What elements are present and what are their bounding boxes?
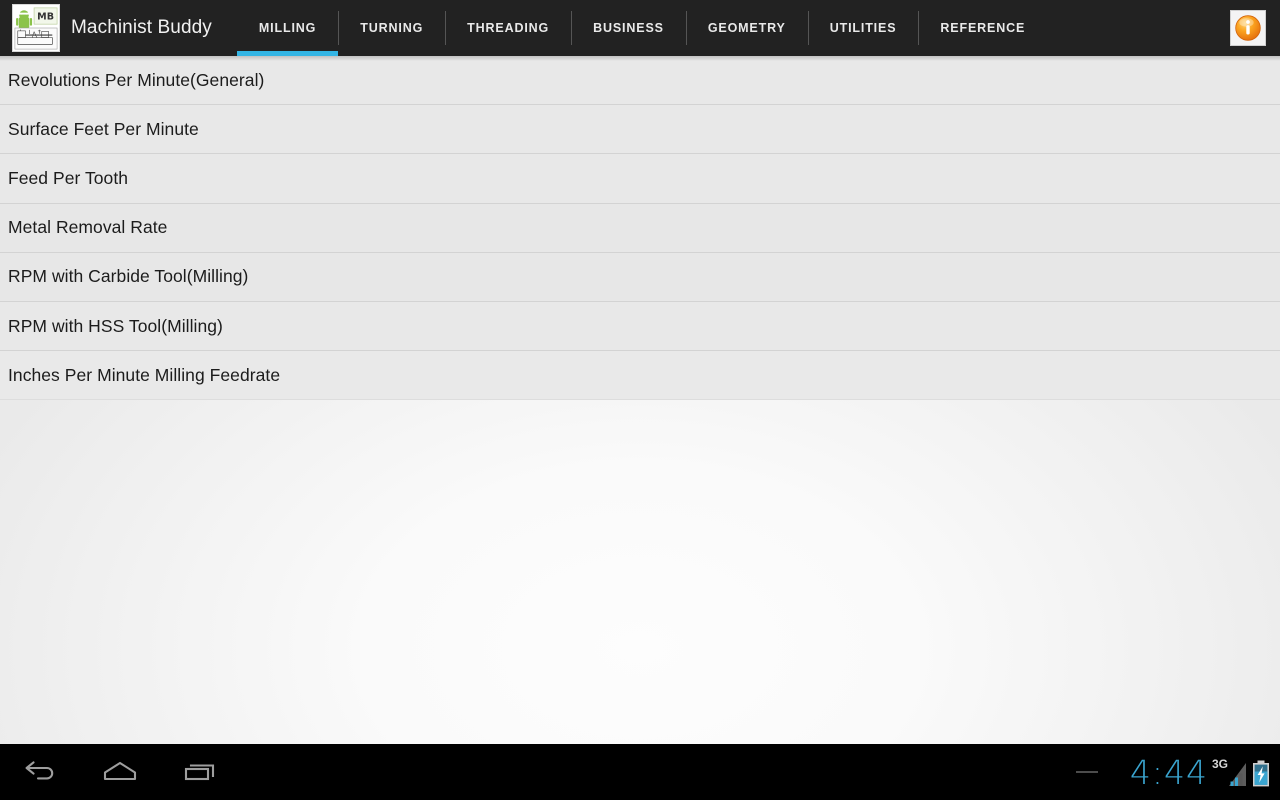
- tab-active-indicator: [808, 51, 919, 56]
- tab-label: BUSINESS: [593, 21, 664, 35]
- status-clock[interactable]: 4:44: [1130, 756, 1208, 789]
- list-item-label: Feed Per Tooth: [8, 167, 129, 188]
- list-item[interactable]: Feed Per Tooth: [0, 154, 1280, 204]
- action-bar: MB Machinist Buddy MILLING TURNING THREA…: [0, 0, 1280, 56]
- tab-active-indicator: [918, 51, 1047, 56]
- info-button[interactable]: [1230, 10, 1266, 46]
- tab-active-indicator: [445, 51, 571, 56]
- tab-label: TURNING: [360, 21, 424, 35]
- network-type-label: 3G: [1211, 757, 1228, 771]
- list-item-label: Inches Per Minute Milling Feedrate: [8, 364, 281, 385]
- list-item[interactable]: Inches Per Minute Milling Feedrate: [0, 351, 1280, 401]
- list-item-label: Metal Removal Rate: [8, 217, 168, 238]
- tab-utilities[interactable]: UTILITIES: [807, 0, 919, 56]
- home-icon: [103, 761, 137, 781]
- tab-active-indicator: [338, 51, 445, 56]
- tab-threading[interactable]: THREADING: [445, 0, 571, 56]
- tab-label: UTILITIES: [829, 21, 897, 35]
- tab-label: GEOMETRY: [707, 21, 786, 35]
- battery-charging-icon[interactable]: [1252, 760, 1270, 787]
- app-root: MB Machinist Buddy MILLING TURNING THREA…: [0, 0, 1280, 800]
- tab-bar: MILLING TURNING THREADING BUSINESS GEOME…: [236, 0, 1224, 56]
- tab-milling[interactable]: MILLING: [236, 0, 339, 56]
- notification-placeholder-icon: [1075, 771, 1098, 773]
- info-icon: [1235, 15, 1261, 41]
- back-arrow-icon: [25, 761, 54, 780]
- nav-home-button[interactable]: [80, 744, 160, 800]
- tab-turning[interactable]: TURNING: [338, 0, 445, 56]
- tab-active-indicator: [236, 51, 339, 56]
- tab-active-indicator: [571, 51, 686, 56]
- svg-text:MB: MB: [37, 11, 54, 22]
- list-item[interactable]: RPM with Carbide Tool(Milling): [0, 252, 1280, 302]
- signal-bars-icon[interactable]: [1229, 761, 1248, 787]
- nav-recents-button[interactable]: [160, 744, 240, 800]
- list-item[interactable]: Revolutions Per Minute(General): [0, 56, 1280, 106]
- tab-label: REFERENCE: [940, 21, 1026, 35]
- tab-business[interactable]: BUSINESS: [571, 0, 686, 56]
- machinist-buddy-app-icon: MB: [12, 4, 60, 52]
- content-area: Revolutions Per Minute(General) Surface …: [0, 56, 1280, 744]
- tab-geometry[interactable]: GEOMETRY: [685, 0, 808, 56]
- tab-label: THREADING: [467, 21, 550, 35]
- list-item-label: Surface Feet Per Minute: [8, 118, 199, 139]
- tab-reference[interactable]: REFERENCE: [918, 0, 1047, 56]
- list-item-label: Revolutions Per Minute(General): [8, 69, 265, 90]
- status-area: 4:44 3G: [1075, 744, 1280, 800]
- list-item[interactable]: Surface Feet Per Minute: [0, 105, 1280, 155]
- page-title: Machinist Buddy: [71, 17, 212, 38]
- nav-back-button[interactable]: [0, 744, 80, 800]
- list-item-label: RPM with HSS Tool(Milling): [8, 315, 223, 336]
- system-navigation-bar: 4:44 3G: [0, 744, 1280, 800]
- tab-active-indicator: [686, 51, 808, 56]
- tab-label: MILLING: [258, 21, 317, 35]
- recent-apps-icon: [184, 764, 215, 781]
- list-item-label: RPM with Carbide Tool(Milling): [8, 266, 249, 287]
- calculator-list: Revolutions Per Minute(General) Surface …: [0, 56, 1280, 401]
- list-item[interactable]: RPM with HSS Tool(Milling): [0, 301, 1280, 352]
- list-item[interactable]: Metal Removal Rate: [0, 203, 1280, 253]
